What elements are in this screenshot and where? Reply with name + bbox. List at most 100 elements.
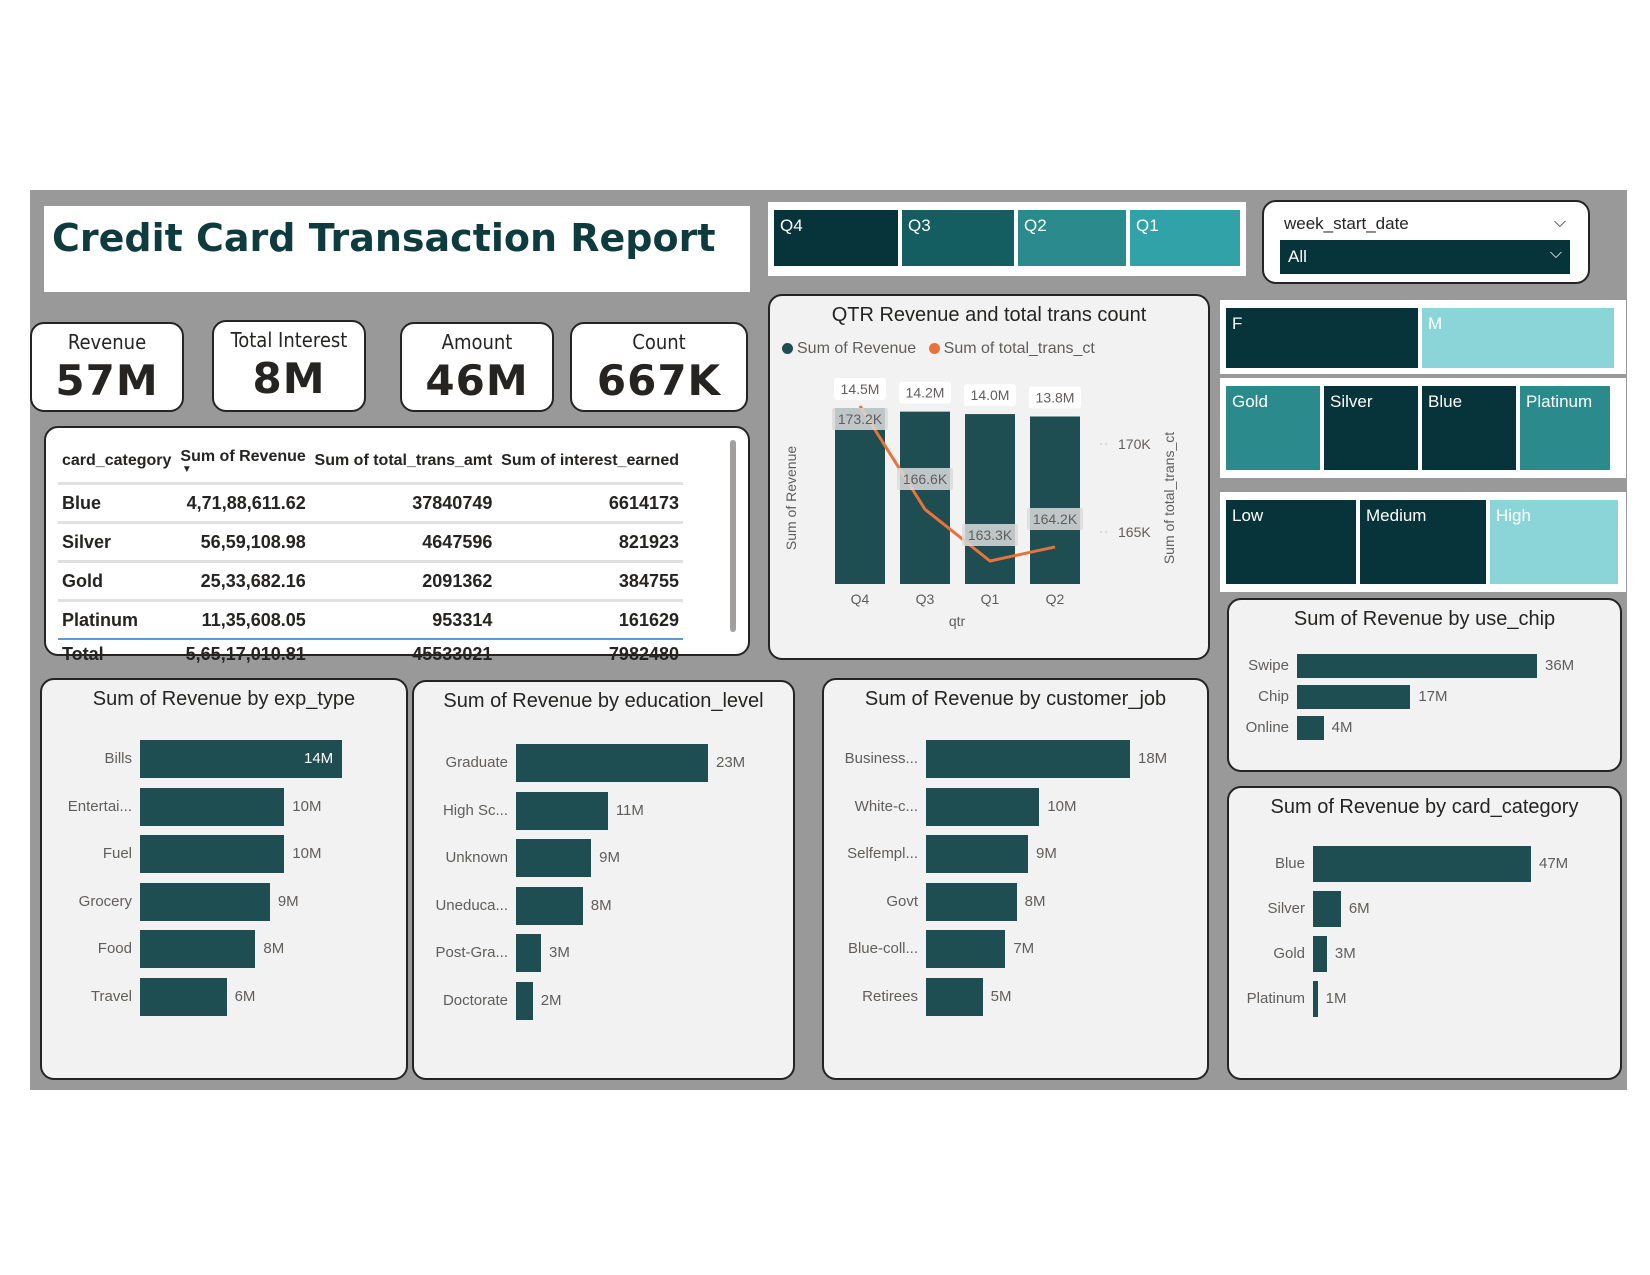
matrix-card: card_category Sum of Revenue ▼ Sum of tot… — [44, 426, 750, 672]
revenue-data-label: 14.5M — [841, 381, 880, 397]
bar[interactable] — [1297, 654, 1537, 678]
revenue-data-label: 13.8M — [1036, 389, 1075, 405]
data-label: 10M — [292, 845, 322, 862]
bar[interactable] — [516, 791, 608, 830]
kpi-revenue[interactable]: Revenue 57M — [30, 322, 184, 412]
week-dropdown[interactable]: All ⌵ — [1280, 240, 1570, 274]
bar[interactable] — [516, 934, 542, 972]
bar[interactable] — [926, 930, 1006, 968]
bar[interactable] — [516, 744, 708, 782]
exp-type-chart-card: Sum of Revenue by exp_type Bills 14M Enter… — [40, 678, 408, 1080]
bar[interactable] — [1313, 936, 1327, 972]
week-start-date-slicer: week_start_date ⌵ All ⌵ — [1262, 200, 1590, 284]
gender-tile-m[interactable]: M — [1420, 306, 1616, 370]
table-cell: 384755 — [496, 560, 683, 601]
data-label: 9M — [1036, 845, 1057, 862]
bar[interactable] — [140, 787, 285, 826]
table-cell: 6614173 — [496, 482, 683, 523]
column-header[interactable]: Sum of total_trans_amt — [309, 438, 497, 485]
trans-count-line — [858, 405, 1056, 563]
bar[interactable] — [140, 835, 285, 873]
bar[interactable] — [140, 930, 256, 968]
qtr-tile-q3[interactable]: Q3 — [900, 208, 1016, 268]
table-row[interactable]: Platinum 11,35,608.05 953314 161629 — [58, 599, 683, 639]
kpi-label: Total Interest — [230, 328, 348, 352]
category-label: Online — [1245, 719, 1289, 736]
revenue-bar[interactable] — [900, 411, 950, 584]
table-row[interactable]: Silver 56,59,108.98 4647596 821923 — [58, 521, 683, 562]
category-tile-platinum[interactable]: Platinum — [1518, 384, 1612, 472]
vertical-scrollbar[interactable] — [730, 440, 736, 632]
legend-item[interactable]: Sum of total_trans_ct — [944, 340, 1095, 357]
kpi-amount[interactable]: Amount 46M — [400, 322, 554, 412]
customer-job-bar-chart[interactable]: Business... 18M White-c... 10M Selfempl... 9M… — [824, 680, 1207, 1078]
data-label: 11M — [615, 801, 644, 819]
income-tile-medium[interactable]: Medium — [1358, 498, 1488, 586]
bar[interactable] — [926, 740, 1130, 778]
column-header[interactable]: card_category — [58, 438, 176, 485]
qtr-tile-q1[interactable]: Q1 — [1128, 208, 1242, 268]
column-header-sorted[interactable]: Sum of Revenue ▼ — [175, 438, 310, 485]
bar[interactable] — [926, 977, 983, 1016]
sort-descending-icon: ▼ — [181, 464, 192, 475]
column-header[interactable]: Sum of interest_earned — [496, 438, 683, 485]
bar[interactable] — [140, 882, 270, 921]
bar[interactable] — [926, 882, 1017, 921]
income-tile-high[interactable]: High — [1488, 498, 1620, 586]
x-tick-label: Q3 — [916, 591, 935, 607]
chevron-down-icon[interactable]: ⌵ — [1554, 212, 1566, 232]
category-label: Retirees — [862, 987, 918, 1005]
data-label: 3M — [549, 944, 570, 961]
card-category-matrix[interactable]: card_category Sum of Revenue ▼ Sum of tot… — [58, 438, 683, 672]
data-label: 14M — [304, 750, 334, 767]
bar[interactable] — [1313, 891, 1341, 927]
legend-item[interactable]: Sum of Revenue — [797, 340, 916, 357]
card-category-bar-chart[interactable]: Blue 47M Silver 6M Gold 3M Platinum 1M — [1229, 788, 1620, 1078]
card-category-slicer: Gold Silver Blue Platinum — [1220, 378, 1626, 478]
bar[interactable] — [516, 981, 533, 1020]
exp-type-bar-chart[interactable]: Bills 14M Entertai... 10M Fuel 10M Grocery 9M Fo… — [42, 680, 406, 1078]
data-label: 8M — [590, 896, 612, 914]
category-tile-blue[interactable]: Blue — [1420, 384, 1518, 472]
use-chip-bar-chart[interactable]: Swipe 36M Chip 17M Online 4M — [1229, 600, 1620, 770]
table-cell: 953314 — [309, 599, 497, 639]
bar[interactable] — [1297, 685, 1411, 709]
bar[interactable] — [926, 835, 1028, 873]
combo-chart-plot[interactable]: Sum of Revenue Sum of total_trans_ct 170K 1… — [770, 368, 1208, 658]
report-title: Credit Card Transaction Report — [52, 216, 716, 260]
data-label: 23M — [716, 754, 746, 771]
y-axis-title: Sum of Revenue — [783, 446, 799, 550]
x-tick-label: Q1 — [981, 591, 1000, 607]
card-category-chart-card: Sum of Revenue by card_category Blue 47M S… — [1227, 786, 1622, 1080]
trans-count-data-label: 166.6K — [903, 471, 948, 487]
table-row[interactable]: Blue 4,71,88,611.62 37840749 6614173 — [58, 482, 683, 523]
data-label: 8M — [263, 940, 285, 957]
category-tile-gold[interactable]: Gold — [1224, 384, 1322, 472]
revenue-bar[interactable] — [1030, 416, 1080, 584]
kpi-count[interactable]: Count 667K — [570, 322, 748, 412]
category-tile-silver[interactable]: Silver — [1322, 384, 1420, 472]
data-label: 3M — [1334, 945, 1356, 962]
qtr-tile-q2[interactable]: Q2 — [1016, 208, 1128, 268]
gender-tile-f[interactable]: F — [1224, 306, 1420, 370]
x-tick-label: Q2 — [1046, 591, 1065, 607]
bar[interactable] — [140, 977, 227, 1016]
legend-dot-icon — [782, 343, 793, 354]
income-tile-low[interactable]: Low — [1224, 498, 1358, 586]
table-row[interactable]: Gold 25,33,682.16 2091362 384755 — [58, 560, 683, 601]
kpi-total-interest[interactable]: Total Interest 8M — [212, 320, 366, 412]
bar[interactable] — [1313, 981, 1318, 1017]
bar[interactable] — [926, 787, 1040, 826]
bar[interactable] — [1313, 846, 1531, 882]
data-label: 10M — [292, 797, 322, 815]
kpi-value: 667K — [596, 356, 722, 405]
education-level-bar-chart[interactable]: Graduate 23M High Sc... 11M Unknown 9M Uneduca… — [414, 682, 793, 1078]
table-cell: 2091362 — [309, 560, 497, 601]
bar[interactable] — [516, 886, 583, 925]
bar[interactable] — [516, 839, 592, 877]
qtr-tile-q4[interactable]: Q4 — [772, 208, 900, 268]
x-axis-title: qtr — [949, 613, 966, 629]
table-cell: 4647596 — [309, 521, 497, 562]
bar[interactable] — [1297, 716, 1324, 740]
data-label: 17M — [1418, 688, 1448, 705]
